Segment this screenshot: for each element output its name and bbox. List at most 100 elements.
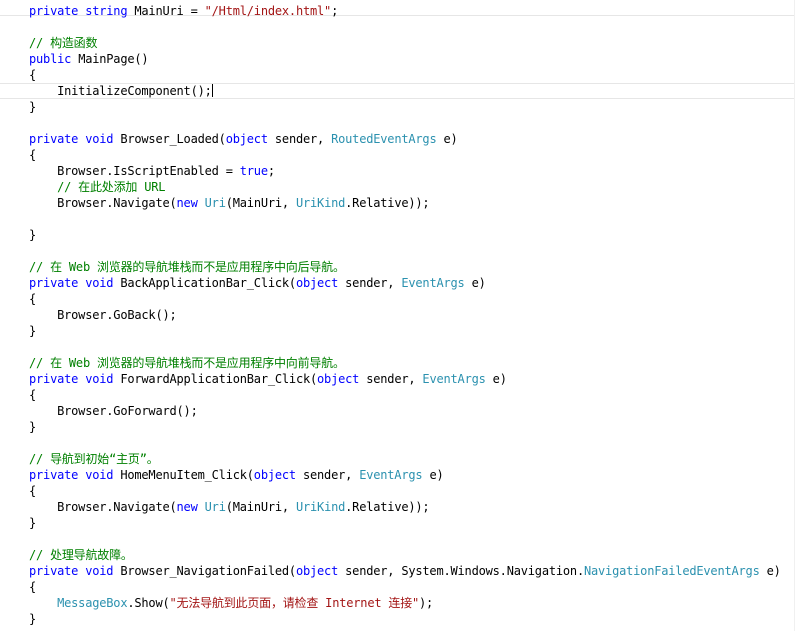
code-token-type: EventArgs: [359, 468, 430, 482]
code-line[interactable]: // 构造函数: [29, 35, 97, 51]
code-line[interactable]: }: [29, 323, 36, 339]
code-token-plain: sender, System.Windows.Navigation.: [345, 564, 584, 578]
code-line[interactable]: }: [29, 419, 36, 435]
code-token-plain: e): [443, 132, 458, 146]
code-line[interactable]: {: [29, 147, 36, 163]
code-token-plain: }: [29, 228, 37, 242]
code-line[interactable]: }: [29, 611, 36, 627]
code-line[interactable]: {: [29, 291, 36, 307]
code-line[interactable]: MessageBox.Show("无法导航到此页面，请检查 Internet 连…: [29, 595, 433, 611]
code-token-plain: Browser.Navigate(: [29, 500, 177, 514]
code-token-type: Uri: [204, 196, 226, 210]
code-token-plain: Browser_NavigationFailed(: [120, 564, 296, 578]
code-line[interactable]: {: [29, 483, 36, 499]
code-token-kw: private string: [29, 4, 135, 18]
code-token-plain: ;: [331, 4, 339, 18]
code-token-str: "/Html/index.html": [204, 4, 332, 18]
code-token-plain: {: [29, 388, 37, 402]
code-token-plain: Browser_Loaded(: [120, 132, 226, 146]
code-token-plain: }: [29, 324, 37, 338]
code-line[interactable]: Browser.IsScriptEnabled = true;: [29, 163, 275, 179]
code-token-plain: Browser.Navigate(: [29, 196, 177, 210]
code-line[interactable]: private void Browser_Loaded(object sende…: [29, 131, 458, 147]
code-token-plain: .Relative));: [345, 500, 430, 514]
code-token-kw: private void: [29, 372, 121, 386]
code-token-cmt: // 导航到初始“主页”。: [29, 452, 159, 466]
code-line[interactable]: public MainPage(): [29, 51, 149, 67]
code-line[interactable]: // 导航到初始“主页”。: [29, 451, 159, 467]
code-line[interactable]: private void BackApplicationBar_Click(ob…: [29, 275, 486, 291]
code-line[interactable]: private void Browser_NavigationFailed(ob…: [29, 563, 781, 579]
code-token-plain: Browser.GoBack();: [29, 308, 177, 322]
code-token-kw: private void: [29, 276, 121, 290]
code-token-kw: public: [29, 52, 79, 66]
code-token-plain: InitializeComponent();: [29, 84, 212, 98]
code-token-kw: object: [295, 276, 346, 290]
code-line[interactable]: }: [29, 515, 36, 531]
code-line[interactable]: {: [29, 579, 36, 595]
code-line[interactable]: }: [29, 99, 36, 115]
code-token-plain: (MainUri,: [225, 500, 296, 514]
code-token-type: EventArgs: [422, 372, 493, 386]
code-token-cmt: // 在 Web 浏览器的导航堆栈而不是应用程序中向后导航。: [29, 260, 345, 274]
code-token-plain: e): [766, 564, 781, 578]
code-token-kw: private void: [29, 468, 121, 482]
code-line[interactable]: {: [29, 67, 36, 83]
code-line[interactable]: Browser.GoBack();: [29, 307, 177, 323]
code-line[interactable]: Browser.Navigate(new Uri(MainUri, UriKin…: [29, 499, 430, 515]
code-line[interactable]: // 在 Web 浏览器的导航堆栈而不是应用程序中向前导航。: [29, 355, 345, 371]
code-token-kw: object: [225, 132, 275, 146]
code-token-plain: (MainUri,: [225, 196, 296, 210]
code-token-plain: BackApplicationBar_Click(: [120, 276, 296, 290]
code-line[interactable]: private void ForwardApplicationBar_Click…: [29, 371, 507, 387]
code-token-plain: sender,: [302, 468, 360, 482]
code-token-plain: ;: [267, 164, 275, 178]
code-token-kw: object: [253, 468, 303, 482]
code-token-kw: new: [176, 500, 205, 514]
code-token-plain: .Relative));: [345, 196, 430, 210]
code-token-plain: e): [492, 372, 507, 386]
code-token-plain: .Show(: [127, 596, 170, 610]
code-token-plain: Browser.IsScriptEnabled =: [29, 164, 240, 178]
code-token-plain: {: [29, 580, 37, 594]
code-token-kw: new: [176, 196, 205, 210]
code-token-kw: object: [317, 372, 367, 386]
code-token-cmt: // 处理导航故障。: [29, 548, 133, 562]
code-token-plain: {: [29, 68, 37, 82]
code-token-kw: true: [239, 164, 268, 178]
code-token-plain: {: [29, 292, 37, 306]
code-token-cmt: // 在 Web 浏览器的导航堆栈而不是应用程序中向前导航。: [29, 356, 345, 370]
code-line[interactable]: }: [29, 227, 36, 243]
code-token-type: RoutedEventArgs: [331, 132, 444, 146]
code-token-str: "无法导航到此页面，请检查 Internet 连接": [169, 596, 420, 610]
code-token-type: EventArgs: [401, 276, 472, 290]
code-token-type: NavigationFailedEventArgs: [583, 564, 767, 578]
code-line[interactable]: Browser.Navigate(new Uri(MainUri, UriKin…: [29, 195, 430, 211]
code-token-plain: e): [429, 468, 444, 482]
code-line[interactable]: // 在此处添加 URL: [29, 179, 165, 195]
code-token-plain: MainPage(): [78, 52, 149, 66]
code-line[interactable]: // 在 Web 浏览器的导航堆栈而不是应用程序中向后导航。: [29, 259, 345, 275]
code-token-kw: private void: [29, 564, 121, 578]
code-token-plain: {: [29, 484, 37, 498]
code-token-plain: }: [29, 100, 37, 114]
code-token-plain: );: [419, 596, 434, 610]
code-line[interactable]: InitializeComponent();: [29, 83, 213, 99]
code-token-plain: ForwardApplicationBar_Click(: [120, 372, 318, 386]
code-token-type: MessageBox: [57, 596, 128, 610]
code-token-plain: sender,: [345, 276, 402, 290]
code-token-kw: object: [295, 564, 346, 578]
code-token-type: UriKind: [295, 196, 346, 210]
code-line[interactable]: {: [29, 387, 36, 403]
code-line[interactable]: private string MainUri = "/Html/index.ht…: [29, 3, 338, 19]
code-editor[interactable]: private string MainUri = "/Html/index.ht…: [0, 0, 795, 631]
code-token-plain: sender,: [274, 132, 332, 146]
code-line[interactable]: private void HomeMenuItem_Click(object s…: [29, 467, 444, 483]
code-token-plain: HomeMenuItem_Click(: [120, 468, 254, 482]
code-line[interactable]: // 处理导航故障。: [29, 547, 133, 563]
code-token-kw: private void: [29, 132, 121, 146]
code-token-type: Uri: [204, 500, 226, 514]
code-line[interactable]: Browser.GoForward();: [29, 403, 198, 419]
code-token-plain: {: [29, 148, 37, 162]
